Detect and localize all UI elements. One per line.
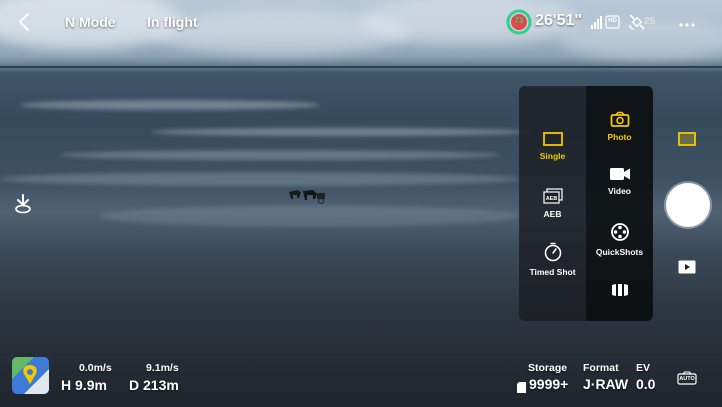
flight-time: 26'51" [535, 12, 582, 29]
camera-icon [610, 111, 629, 127]
mode-single[interactable]: Single [519, 132, 586, 161]
timer-icon [544, 242, 561, 262]
ev-value: 0.0 [636, 376, 656, 392]
vertical-speed: 0.0m/s [79, 362, 112, 374]
single-shot-icon [542, 132, 563, 146]
battery-indicator[interactable]: 73 [506, 9, 532, 35]
back-arrow-icon [19, 13, 29, 31]
camera-settings-bar[interactable]: Storage 9999+ Format J·RAW EV 0.0 [511, 362, 661, 396]
capture-mode-panel: Photo Video QuickShots [586, 86, 653, 321]
wave [150, 128, 530, 136]
distance-value: 213m [143, 377, 179, 393]
flight-mode[interactable]: N Mode [65, 14, 116, 30]
format-value: J·RAW [583, 376, 629, 392]
height-label: H [61, 377, 72, 393]
height-readout: H 9.9m [61, 377, 107, 393]
camera-mode-toggle[interactable] [678, 132, 696, 151]
satellite-count: 25 [644, 16, 656, 27]
mode-panorama[interactable] [586, 283, 653, 302]
panorama-icon [611, 284, 628, 296]
mode-aeb-label: AEB [543, 209, 562, 219]
mode-timed-shot-label: Timed Shot [529, 267, 576, 277]
mode-timed-shot[interactable]: Timed Shot [519, 242, 586, 277]
shutter-button[interactable] [666, 183, 710, 227]
mode-quickshots-label: QuickShots [595, 247, 644, 257]
return-to-home-button[interactable] [12, 193, 34, 220]
mode-video-label: Video [608, 186, 631, 196]
horizon [0, 66, 722, 68]
minimap-button[interactable] [12, 357, 49, 394]
more-dots-icon [679, 23, 695, 27]
height-value: 9.9m [75, 377, 107, 393]
horses-subject [287, 186, 327, 204]
horizontal-speed: 9.1m/s [146, 362, 179, 374]
sd-card-icon [517, 380, 526, 398]
storage-label: Storage [528, 362, 568, 374]
top-bar: N Mode In flight 73 26'51" HD 25 [0, 0, 722, 44]
battery-percent: 73 [514, 16, 524, 25]
ev-label: EV [636, 362, 651, 374]
playback-button[interactable] [678, 260, 696, 279]
photo-mode-panel: Single AEB AEB Timed Shot [519, 86, 586, 321]
back-button[interactable] [17, 12, 31, 37]
wet-sand-reflection [100, 205, 520, 227]
auto-badge: AUTO [679, 376, 695, 382]
signal-indicator[interactable]: HD [590, 14, 620, 30]
mode-video[interactable]: Video [586, 167, 653, 196]
distance-label: D [129, 377, 140, 393]
distance-readout: D 213m [129, 377, 179, 393]
flight-status[interactable]: In flight [147, 14, 198, 30]
return-home-icon [15, 194, 31, 214]
signal-badge: HD [608, 18, 617, 24]
single-shot-icon [678, 132, 696, 146]
playback-icon [678, 260, 696, 274]
aeb-icon: AEB [542, 188, 563, 204]
mode-aeb[interactable]: AEB AEB [519, 188, 586, 219]
mode-quickshots[interactable]: QuickShots [586, 222, 653, 257]
mode-photo-label: Photo [607, 132, 632, 142]
wave [0, 172, 520, 186]
gps-indicator[interactable]: 25 [628, 13, 660, 31]
aeb-icon-text: AEB [545, 196, 557, 202]
auto-exposure-button[interactable]: AUTO [677, 371, 697, 385]
format-label: Format [583, 362, 619, 374]
map-icon [12, 357, 49, 394]
mode-single-label: Single [539, 151, 566, 161]
storage-value: 9999+ [529, 376, 569, 392]
mode-photo[interactable]: Photo [586, 111, 653, 142]
wave [60, 150, 500, 160]
quickshots-icon [610, 223, 629, 241]
more-button[interactable] [678, 15, 696, 33]
video-icon [609, 168, 630, 180]
wave [20, 100, 320, 110]
